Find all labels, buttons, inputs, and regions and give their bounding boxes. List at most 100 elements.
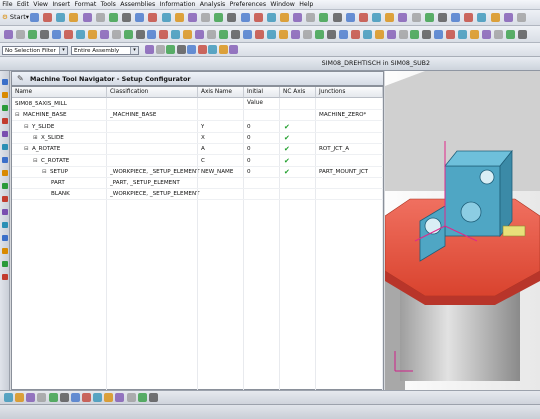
bottom-tool-icon[interactable]	[104, 393, 114, 402]
collapse-icon[interactable]: ⊟	[24, 122, 29, 132]
resource-bar-tab-icon[interactable]	[2, 196, 8, 202]
resource-bar-tab-icon[interactable]	[2, 92, 8, 98]
collapse-icon[interactable]: ⊟	[15, 110, 20, 120]
standard-tool-icon[interactable]	[69, 13, 79, 22]
menu-information[interactable]: Information	[157, 0, 197, 10]
view-tool-icon[interactable]	[290, 30, 300, 39]
view-tool-icon[interactable]	[87, 30, 97, 39]
view-tool-icon[interactable]	[135, 30, 145, 39]
standard-tool-icon[interactable]	[280, 13, 289, 22]
standard-tool-icon[interactable]	[424, 13, 434, 22]
view-tool-icon[interactable]	[51, 30, 61, 39]
snap-tool-icon[interactable]	[208, 45, 218, 54]
standard-tool-icon[interactable]	[227, 13, 237, 22]
menu-analysis[interactable]: Analysis	[198, 0, 228, 10]
snap-tool-icon[interactable]	[229, 45, 239, 54]
view-tool-icon[interactable]	[470, 30, 480, 39]
standard-tool-icon[interactable]	[306, 13, 316, 22]
standard-tool-icon[interactable]	[477, 13, 487, 22]
column-header-initial[interactable]: Initial Value	[244, 87, 280, 106]
standard-tool-icon[interactable]	[240, 13, 250, 22]
standard-tool-icon[interactable]	[266, 13, 276, 22]
column-header-name[interactable]: Name	[12, 87, 107, 98]
snap-tool-icon[interactable]	[166, 45, 176, 54]
snap-tool-icon[interactable]	[197, 45, 207, 54]
graphics-window[interactable]	[385, 71, 540, 390]
view-tool-icon[interactable]	[171, 30, 181, 39]
expand-icon[interactable]: ⊞	[33, 133, 38, 143]
view-tool-icon[interactable]	[482, 30, 492, 39]
resource-bar-tab-icon[interactable]	[2, 209, 8, 215]
view-tool-icon[interactable]	[39, 30, 49, 39]
bottom-tool-icon[interactable]	[137, 393, 147, 402]
view-tool-icon[interactable]	[446, 30, 456, 39]
resource-bar-tab-icon[interactable]	[2, 261, 8, 267]
snap-tool-icon[interactable]	[145, 45, 154, 54]
column-header-axis[interactable]: Axis Name	[198, 87, 244, 98]
view-tool-icon[interactable]	[374, 30, 384, 39]
view-tool-icon[interactable]	[494, 30, 504, 39]
view-tool-icon[interactable]	[243, 30, 253, 39]
resource-bar-tab-icon[interactable]	[2, 183, 8, 189]
view-tool-icon[interactable]	[518, 30, 528, 39]
column-header-classification[interactable]: Classification	[107, 87, 198, 98]
view-tool-icon[interactable]	[422, 30, 432, 39]
view-tool-icon[interactable]	[506, 30, 516, 39]
resource-bar-tab-icon[interactable]	[2, 118, 8, 124]
resource-bar-tab-icon[interactable]	[2, 170, 8, 176]
view-tool-icon[interactable]	[326, 30, 336, 39]
collapse-icon[interactable]: ⊟	[42, 167, 47, 177]
view-tool-icon[interactable]	[362, 30, 372, 39]
standard-tool-icon[interactable]	[490, 13, 500, 22]
bottom-tool-icon[interactable]	[70, 393, 80, 402]
standard-tool-icon[interactable]	[95, 13, 105, 22]
standard-tool-icon[interactable]	[108, 13, 118, 22]
standard-tool-icon[interactable]	[437, 13, 447, 22]
standard-tool-icon[interactable]	[516, 13, 526, 22]
menu-insert[interactable]: Insert	[50, 0, 72, 10]
view-tool-icon[interactable]	[255, 30, 265, 39]
view-tool-icon[interactable]	[63, 30, 73, 39]
view-tool-icon[interactable]	[99, 30, 109, 39]
view-tool-icon[interactable]	[183, 30, 193, 39]
view-tool-icon[interactable]	[4, 30, 13, 39]
start-button[interactable]: ⚙ Start▾	[2, 12, 29, 23]
resource-bar-tab-icon[interactable]	[2, 274, 8, 280]
view-tool-icon[interactable]	[458, 30, 468, 39]
bottom-tool-icon[interactable]	[148, 393, 158, 402]
view-tool-icon[interactable]	[231, 30, 241, 39]
view-tool-icon[interactable]	[434, 30, 444, 39]
standard-tool-icon[interactable]	[148, 13, 158, 22]
view-tool-icon[interactable]	[267, 30, 276, 39]
column-header-junction[interactable]: Junctions	[316, 87, 383, 98]
view-tool-icon[interactable]	[207, 30, 217, 39]
bottom-tool-icon[interactable]	[26, 393, 36, 402]
view-tool-icon[interactable]	[314, 30, 324, 39]
menu-assemblies[interactable]: Assemblies	[118, 0, 157, 10]
resource-bar-tab-icon[interactable]	[2, 79, 8, 85]
resource-bar-tab-icon[interactable]	[2, 235, 8, 241]
menu-format[interactable]: Format	[72, 0, 98, 10]
menu-view[interactable]: View	[31, 0, 50, 10]
view-tool-icon[interactable]	[159, 30, 169, 39]
bottom-tool-icon[interactable]	[93, 393, 103, 402]
standard-tool-icon[interactable]	[345, 13, 355, 22]
pin-icon[interactable]: ✎	[17, 74, 24, 83]
collapse-icon[interactable]: ⊟	[24, 144, 29, 154]
bottom-tool-icon[interactable]	[4, 393, 13, 402]
standard-tool-icon[interactable]	[451, 13, 461, 22]
standard-tool-icon[interactable]	[319, 13, 329, 22]
resource-bar-tab-icon[interactable]	[2, 157, 8, 163]
view-tool-icon[interactable]	[75, 30, 85, 39]
standard-tool-icon[interactable]	[201, 13, 211, 22]
snap-tool-icon[interactable]	[187, 45, 197, 54]
menu-help[interactable]: Help	[297, 0, 315, 10]
menu-edit[interactable]: Edit	[15, 0, 31, 10]
standard-tool-icon[interactable]	[30, 13, 39, 22]
standard-tool-icon[interactable]	[464, 13, 474, 22]
selection-filter-dropdown[interactable]: No Selection Filter ▾	[2, 46, 68, 55]
standard-tool-icon[interactable]	[214, 13, 224, 22]
view-tool-icon[interactable]	[195, 30, 205, 39]
menu-window[interactable]: Window	[268, 0, 297, 10]
resource-bar-tab-icon[interactable]	[2, 131, 8, 137]
